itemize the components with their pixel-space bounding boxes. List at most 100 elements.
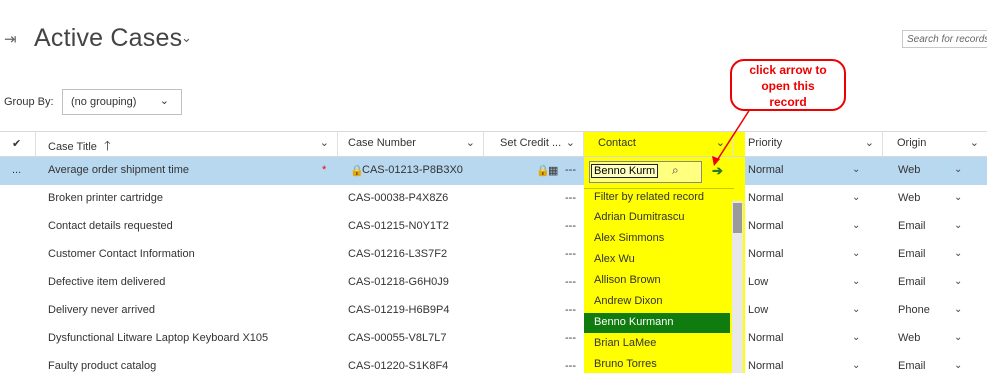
set-credit-cell[interactable]: --- — [565, 192, 576, 204]
case-title-cell[interactable]: Contact details requested — [48, 220, 173, 232]
chevron-down-icon[interactable]: ⌄ — [954, 304, 962, 315]
chevron-down-icon: ⌄ — [159, 95, 169, 107]
origin-cell[interactable]: Web — [898, 332, 920, 344]
dropdown-scrollbar-thumb[interactable] — [733, 203, 742, 233]
page-title: Active Cases — [34, 24, 183, 52]
set-credit-cell[interactable]: --- — [565, 332, 576, 344]
chevron-down-icon[interactable]: ⌄ — [852, 164, 860, 175]
origin-cell[interactable]: Web — [898, 192, 920, 204]
case-number-cell: CAS-00038-P4X8Z6 — [348, 192, 449, 204]
case-title-cell[interactable]: Average order shipment time — [48, 164, 189, 176]
column-header-priority[interactable]: Priority ⌄ — [745, 131, 883, 157]
dropdown-item[interactable]: Adrian Dumitrascu — [594, 211, 684, 223]
pin-icon[interactable]: ⇥ — [4, 30, 17, 48]
dropdown-item[interactable]: Allison Brown — [594, 274, 661, 286]
set-credit-cell[interactable]: --- — [565, 360, 576, 372]
view-selector-chevron-icon[interactable]: ⌄ — [181, 30, 192, 46]
priority-cell[interactable]: Normal — [748, 220, 783, 232]
dropdown-item[interactable]: Alex Wu — [594, 253, 635, 265]
chevron-down-icon[interactable]: ⌄ — [852, 220, 860, 231]
callout-line: open this — [761, 79, 815, 93]
chevron-down-icon[interactable]: ⌄ — [852, 248, 860, 259]
origin-cell[interactable]: Email — [898, 248, 926, 260]
column-label: Origin — [897, 137, 927, 149]
priority-cell[interactable]: Low — [748, 304, 768, 316]
column-label: Case Number — [348, 137, 416, 149]
dropdown-item[interactable]: Bruno Torres — [594, 358, 657, 370]
groupby-value: (no grouping) — [71, 96, 137, 108]
case-number-cell: CAS-01220-S1K8F4 — [348, 360, 449, 372]
chevron-down-icon[interactable]: ⌄ — [466, 136, 475, 149]
groupby-label: Group By: — [4, 96, 54, 108]
column-header-case-title[interactable]: Case Title 🡑 ⌄ — [36, 131, 338, 157]
chevron-down-icon[interactable]: ⌄ — [954, 360, 962, 371]
chevron-down-icon[interactable]: ⌄ — [852, 304, 860, 315]
priority-cell[interactable]: Normal — [748, 332, 783, 344]
chevron-down-icon[interactable]: ⌄ — [954, 248, 962, 259]
case-number-cell: CAS-00055-V8L7L7 — [348, 332, 447, 344]
contact-lookup-value[interactable]: Benno Kurm — [591, 164, 659, 178]
set-credit-cell[interactable]: --- — [565, 276, 576, 288]
select-all-checkbox[interactable]: ✔ — [0, 131, 36, 157]
case-title-cell[interactable]: Customer Contact Information — [48, 248, 195, 260]
priority-cell[interactable]: Low — [748, 276, 768, 288]
dropdown-item[interactable]: Alex Simmons — [594, 232, 664, 244]
chevron-down-icon[interactable]: ⌄ — [852, 192, 860, 203]
search-icon[interactable]: ⌕ — [672, 163, 679, 178]
origin-cell[interactable]: Email — [898, 360, 926, 372]
column-label: Case Title — [48, 141, 97, 153]
column-header-set-credit[interactable]: Set Credit ... ⌄ — [484, 131, 584, 157]
chevron-down-icon[interactable]: ⌄ — [954, 164, 962, 175]
origin-cell[interactable]: Email — [898, 276, 926, 288]
set-credit-cell[interactable]: --- — [565, 248, 576, 260]
priority-cell[interactable]: Normal — [748, 360, 783, 372]
column-header-case-number[interactable]: Case Number ⌄ — [338, 131, 484, 157]
callout-line: record — [769, 95, 807, 109]
row-menu-ellipsis[interactable]: ... — [12, 164, 21, 176]
case-number-cell: CAS-01213-P8B3X0 — [362, 164, 463, 176]
case-title-cell[interactable]: Delivery never arrived — [48, 304, 155, 316]
callout-line: click arrow to — [749, 63, 827, 77]
case-title-cell[interactable]: Broken printer cartridge — [48, 192, 163, 204]
search-input[interactable]: Search for records — [902, 30, 987, 48]
column-header-origin[interactable]: Origin ⌄ — [883, 131, 987, 157]
dropdown-item[interactable]: Benno Kurmann — [594, 316, 674, 328]
origin-cell[interactable]: Web — [898, 164, 920, 176]
groupby-select[interactable]: (no grouping) ⌄ — [62, 89, 182, 115]
chevron-down-icon[interactable]: ⌄ — [852, 332, 860, 343]
set-credit-cell[interactable]: --- — [565, 304, 576, 316]
chevron-down-icon[interactable]: ⌄ — [954, 220, 962, 231]
dropdown-item[interactable]: Brian LaMee — [594, 337, 656, 349]
sort-ascending-icon: 🡑 — [103, 138, 111, 153]
case-title-cell[interactable]: Defective item delivered — [48, 276, 165, 288]
chevron-down-icon[interactable]: ⌄ — [865, 136, 874, 149]
chevron-down-icon[interactable]: ⌄ — [320, 136, 329, 149]
set-credit-cell[interactable]: --- — [565, 220, 576, 232]
case-number-cell: CAS-01215-N0Y1T2 — [348, 220, 449, 232]
chevron-down-icon[interactable]: ⌄ — [852, 360, 860, 371]
callout-annotation: click arrow to open this record — [730, 59, 846, 111]
chevron-down-icon[interactable]: ⌄ — [954, 332, 962, 343]
dropdown-item[interactable]: Andrew Dixon — [594, 295, 662, 307]
column-label: Set Credit ... — [500, 137, 562, 149]
dropdown-divider — [584, 188, 734, 189]
chevron-down-icon[interactable]: ⌄ — [852, 276, 860, 287]
origin-cell[interactable]: Phone — [898, 304, 930, 316]
chevron-down-icon[interactable]: ⌄ — [970, 136, 979, 149]
required-indicator: * — [322, 164, 327, 176]
case-title-cell[interactable]: Faulty product catalog — [48, 360, 156, 372]
column-label: Contact — [598, 137, 636, 149]
calculator-icon: ▦ — [548, 165, 559, 177]
origin-cell[interactable]: Email — [898, 220, 926, 232]
set-credit-cell[interactable]: --- — [565, 164, 576, 176]
chevron-down-icon[interactable]: ⌄ — [566, 136, 575, 149]
priority-cell[interactable]: Normal — [748, 248, 783, 260]
chevron-down-icon[interactable]: ⌄ — [954, 276, 962, 287]
priority-cell[interactable]: Normal — [748, 192, 783, 204]
case-title-cell[interactable]: Dysfunctional Litware Laptop Keyboard X1… — [48, 332, 268, 344]
filter-by-related-record-option[interactable]: Filter by related record — [594, 191, 704, 203]
chevron-down-icon[interactable]: ⌄ — [954, 192, 962, 203]
case-number-cell: CAS-01219-H6B9P4 — [348, 304, 450, 316]
case-number-cell: CAS-01216-L3S7F2 — [348, 248, 448, 260]
case-number-cell: CAS-01218-G6H0J9 — [348, 276, 449, 288]
